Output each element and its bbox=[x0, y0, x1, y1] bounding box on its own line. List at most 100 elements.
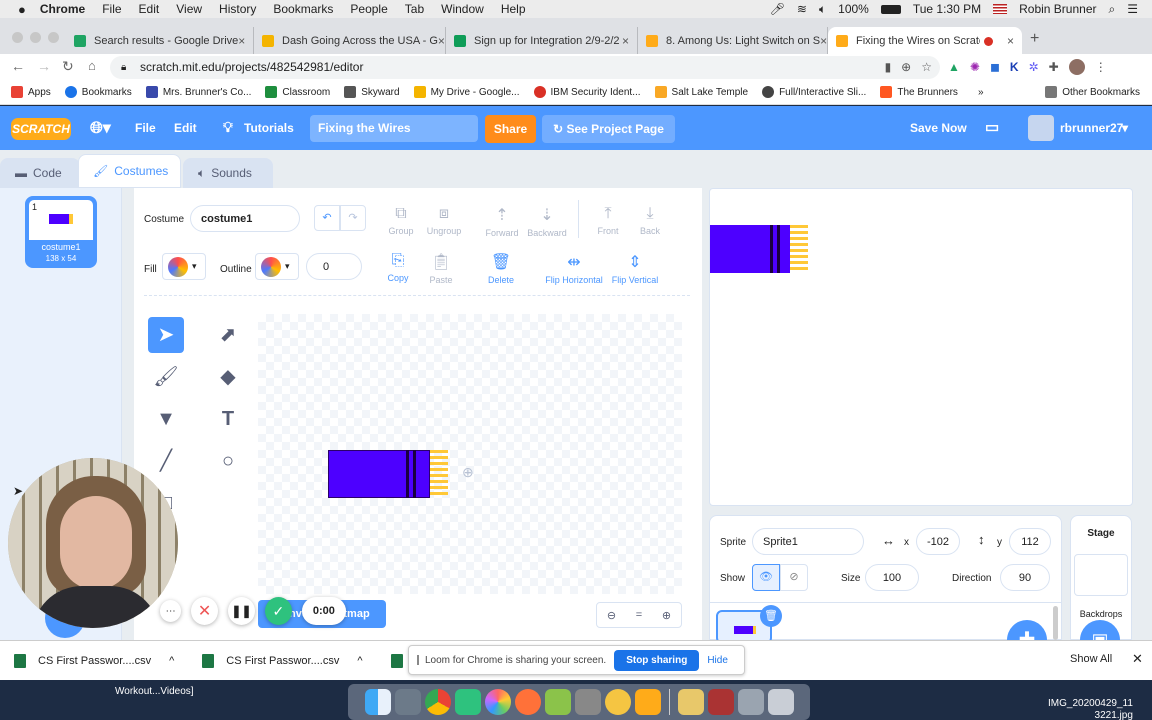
scratch-app-icon[interactable] bbox=[634, 689, 661, 715]
browser-tab-active[interactable]: Fixing the Wires on Scratch × bbox=[828, 27, 1022, 55]
close-tab-icon[interactable]: × bbox=[438, 34, 445, 48]
home-icon[interactable]: ⌂ bbox=[88, 58, 96, 73]
tab-code[interactable]: ▬ Code bbox=[0, 158, 80, 188]
ungroup-button[interactable]: ⧈ Ungroup bbox=[418, 205, 470, 236]
reshape-tool[interactable]: ⬈ bbox=[210, 317, 246, 353]
microphone-icon[interactable]: 🎤︎ bbox=[770, 2, 785, 16]
zoom-icon[interactable]: ⊕ bbox=[901, 56, 911, 79]
menu-edit[interactable]: Edit bbox=[139, 2, 160, 16]
browser-tab[interactable]: Dash Going Across the USA - G × bbox=[254, 27, 446, 55]
chrome-menu-icon[interactable]: ⋮ bbox=[1095, 60, 1107, 74]
delete-sprite-icon[interactable]: 🗑︎ bbox=[760, 605, 782, 627]
download-item[interactable]: CS First Passwor....csv ^ bbox=[202, 653, 363, 668]
k-extension-icon[interactable]: K bbox=[1010, 60, 1019, 74]
outline-width-input[interactable]: 0 bbox=[306, 253, 362, 280]
sprite-size-input[interactable]: 100 bbox=[865, 564, 919, 591]
blue-extension-icon[interactable]: ◼ bbox=[990, 60, 1000, 74]
close-tab-icon[interactable]: × bbox=[238, 34, 245, 48]
bookmark-skyward[interactable]: Skyward bbox=[344, 86, 400, 98]
account-chevron-icon[interactable]: ▾ bbox=[1122, 121, 1128, 135]
drive-extension-icon[interactable]: ▲ bbox=[948, 60, 960, 74]
loom-cancel-icon[interactable]: ✕ bbox=[191, 597, 219, 625]
close-tab-icon[interactable]: × bbox=[622, 34, 629, 48]
chrome-icon[interactable] bbox=[424, 689, 451, 715]
spotlight-search-icon[interactable]: ⌕ bbox=[1109, 2, 1116, 17]
bookmark-star-icon[interactable]: ☆ bbox=[921, 56, 932, 79]
photos-icon[interactable] bbox=[484, 689, 511, 715]
system-preferences-icon[interactable] bbox=[574, 689, 601, 715]
pinwheel-extension-icon[interactable]: ✺ bbox=[970, 60, 980, 74]
scratch-logo[interactable]: SCRATCH bbox=[11, 118, 71, 140]
zoom-window-button[interactable] bbox=[48, 32, 59, 43]
other-bookmarks[interactable]: Other Bookmarks bbox=[1045, 86, 1140, 98]
browser-tab[interactable]: Search results - Google Drive × bbox=[66, 27, 254, 55]
loom-more-icon[interactable]: ⋯ bbox=[160, 600, 182, 622]
backward-button[interactable]: ⇣ Backward bbox=[521, 205, 573, 238]
webcam-bubble[interactable] bbox=[8, 458, 178, 628]
battery-percent[interactable]: 100% bbox=[838, 2, 869, 16]
tab-sounds[interactable]: 🔈︎ Sounds bbox=[183, 158, 273, 188]
flip-horizontal-button[interactable]: ⇹ Flip Horizontal bbox=[539, 252, 609, 285]
menu-history[interactable]: History bbox=[219, 2, 256, 16]
save-now-button[interactable]: Save Now bbox=[910, 121, 967, 135]
wifi-icon[interactable]: ≋ bbox=[797, 2, 807, 16]
my-stuff-folder-icon[interactable]: ▭ bbox=[985, 118, 999, 136]
firefox-icon[interactable] bbox=[514, 689, 541, 715]
see-project-page-button[interactable]: ↻ See Project Page bbox=[542, 115, 675, 143]
desktop-file-label[interactable]: IMG_20200429_11 3221.jpg bbox=[1048, 698, 1133, 720]
show-visible-button[interactable]: 👁︎ bbox=[752, 564, 780, 591]
bookmarks-overflow[interactable]: » bbox=[978, 87, 984, 98]
share-button[interactable]: Share bbox=[485, 115, 536, 143]
menu-tab[interactable]: Tab bbox=[405, 2, 424, 16]
flag-icon[interactable] bbox=[993, 4, 1008, 14]
costume-tile[interactable]: 1 costume1 138 x 54 bbox=[25, 196, 97, 268]
notes-icon[interactable] bbox=[677, 689, 704, 715]
bookmark-classroom[interactable]: Classroom bbox=[265, 86, 330, 98]
paint-canvas[interactable]: ⊕ bbox=[258, 314, 682, 594]
menu-people[interactable]: People bbox=[350, 2, 387, 16]
apple-icon[interactable]: ● bbox=[18, 2, 26, 17]
close-downloads-icon[interactable]: ✕ bbox=[1132, 651, 1143, 667]
brush-tool[interactable]: 🖌︎ bbox=[148, 359, 184, 395]
close-tab-icon[interactable]: × bbox=[1007, 34, 1014, 48]
menu-help[interactable]: Help bbox=[501, 2, 526, 16]
address-bar[interactable]: 🔒︎ scratch.mit.edu/projects/482542981/ed… bbox=[110, 56, 940, 79]
user-name[interactable]: Robin Brunner bbox=[1019, 2, 1096, 16]
zoom-reset-button[interactable]: = bbox=[636, 609, 642, 621]
show-all-button[interactable]: Show All bbox=[1070, 653, 1112, 665]
browser-tab[interactable]: 8. Among Us: Light Switch on S × bbox=[638, 27, 828, 55]
menu-view[interactable]: View bbox=[176, 2, 202, 16]
loom-pause-icon[interactable]: ❚❚ bbox=[228, 597, 255, 625]
back-button[interactable]: ⤓ Back bbox=[624, 205, 676, 236]
zoom-out-icon[interactable]: ⊖ bbox=[607, 609, 616, 622]
new-tab-icon[interactable]: + bbox=[1030, 30, 1039, 48]
menu-edit-button[interactable]: Edit bbox=[174, 121, 197, 135]
menu-file[interactable]: File bbox=[102, 2, 121, 16]
show-hidden-button[interactable]: ⊘ bbox=[780, 564, 808, 591]
user-avatar[interactable] bbox=[1028, 115, 1054, 141]
stop-sharing-button[interactable]: Stop sharing bbox=[614, 649, 700, 671]
select-tool[interactable]: ➤ bbox=[148, 317, 184, 353]
bookmark-apps[interactable]: Apps bbox=[11, 86, 51, 98]
browser-tab[interactable]: Sign up for Integration 2/9-2/2 × bbox=[446, 27, 638, 55]
loom-finish-icon[interactable]: ✓ bbox=[264, 597, 292, 625]
flip-vertical-button[interactable]: ⇕ Flip Vertical bbox=[605, 252, 665, 285]
fill-color-picker[interactable]: ▾ bbox=[162, 253, 206, 280]
stage[interactable] bbox=[709, 188, 1133, 506]
bookmark-ibm[interactable]: IBM Security Ident... bbox=[533, 86, 641, 98]
language-globe-icon[interactable]: 🌐︎▾ bbox=[90, 118, 111, 138]
control-center-icon[interactable]: ☰ bbox=[1127, 2, 1138, 16]
sprite-x-input[interactable]: -102 bbox=[916, 528, 960, 555]
app-name[interactable]: Chrome bbox=[40, 2, 85, 16]
bookmark-my-drive[interactable]: My Drive - Google... bbox=[413, 86, 520, 98]
puzzle-extensions-icon[interactable]: ✚ bbox=[1049, 60, 1059, 74]
loom-extension-icon[interactable]: ✲ bbox=[1029, 60, 1039, 74]
bookmark-full-interactive[interactable]: Full/Interactive Sli... bbox=[762, 86, 866, 98]
volume-icon[interactable]: 🔈︎ bbox=[819, 2, 826, 17]
sync-icon[interactable] bbox=[604, 689, 631, 715]
close-tab-icon[interactable]: × bbox=[820, 34, 827, 48]
sprite-direction-input[interactable]: 90 bbox=[1000, 564, 1050, 591]
delete-button[interactable]: 🗑︎ Delete bbox=[475, 252, 527, 285]
bookmark-the-brunners[interactable]: The Brunners bbox=[880, 86, 958, 98]
trash-icon[interactable] bbox=[767, 689, 794, 715]
